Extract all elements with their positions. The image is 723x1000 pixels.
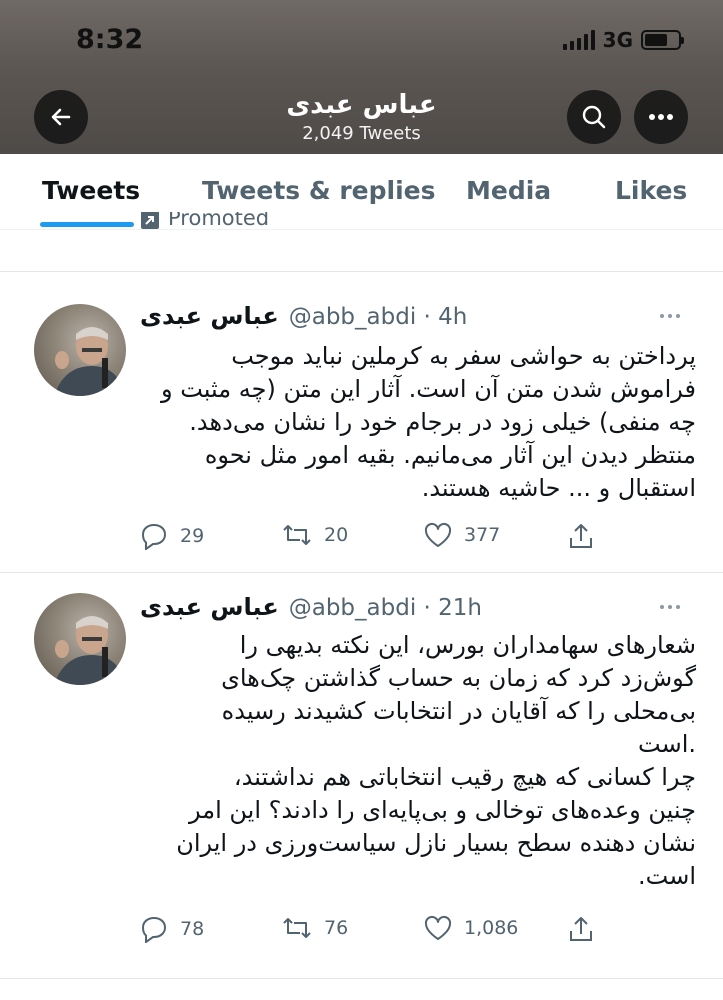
- like-button[interactable]: 377: [424, 522, 500, 548]
- promoted-indicator: Promoted: [140, 212, 269, 230]
- active-tab-indicator: [40, 222, 134, 227]
- avatar-photo: [54, 616, 126, 685]
- more-horizontal-icon: [649, 114, 673, 120]
- avatar[interactable]: [34, 304, 126, 396]
- share-icon: [570, 524, 592, 548]
- network-type: 3G: [602, 28, 633, 52]
- retweet-count: 20: [324, 524, 349, 546]
- tweet-header: عباس عبدی @abb_abdi · 4h: [140, 302, 467, 330]
- search-icon: [582, 105, 606, 129]
- tweet-item[interactable]: عباس عبدی @abb_abdi · 21h شعارهای سهامدا…: [0, 573, 723, 978]
- tweet-more-icon[interactable]: [660, 605, 680, 609]
- tweet-text: شعارهای سهامداران بورس، این نکته بدیهی ر…: [176, 631, 696, 890]
- author-name[interactable]: عباس عبدی: [140, 302, 279, 330]
- author-handle: @abb_abdi · 21h: [288, 595, 482, 621]
- reply-icon: [141, 916, 167, 943]
- share-button[interactable]: [568, 522, 594, 550]
- author-handle: @abb_abdi · 4h: [288, 304, 468, 330]
- tweet-actions: 29 20 377: [140, 522, 610, 552]
- signal-icon: [562, 30, 595, 50]
- status-time: 8:32: [76, 24, 144, 55]
- reply-button[interactable]: 78: [140, 915, 204, 943]
- reply-button[interactable]: 29: [140, 522, 204, 550]
- avatar-photo: [54, 327, 126, 396]
- divider: [0, 978, 723, 979]
- retweet-icon: [283, 918, 311, 938]
- avatar[interactable]: [34, 593, 126, 685]
- like-button[interactable]: 1,086: [424, 915, 518, 941]
- like-count: 1,086: [464, 917, 519, 939]
- profile-tabs: Tweets Tweets & replies Media Likes: [0, 154, 723, 230]
- promoted-icon: [141, 212, 159, 229]
- retweet-button[interactable]: 76: [282, 915, 348, 941]
- tweet-item[interactable]: عباس عبدی @abb_abdi · 4h پرداختن به حواش…: [0, 272, 723, 572]
- more-options-button[interactable]: [634, 90, 688, 144]
- profile-header: 8:32 3G عباس عبدی 2,049 Tweets: [0, 0, 723, 154]
- promoted-label: Promoted: [168, 212, 270, 230]
- tweet-actions: 78 76 1,086: [140, 915, 610, 945]
- status-indicators: 3G: [562, 28, 684, 52]
- tab-likes[interactable]: Likes: [615, 176, 687, 205]
- reply-count: 78: [180, 918, 205, 940]
- reply-count: 29: [180, 525, 205, 547]
- heart-icon: [424, 915, 452, 940]
- tweet-text: پرداختن به حواشی سفر به کرملین نباید موج…: [161, 342, 696, 502]
- author-name[interactable]: عباس عبدی: [140, 593, 279, 621]
- share-icon: [570, 917, 592, 941]
- retweet-icon: [283, 525, 311, 545]
- heart-icon: [424, 522, 452, 547]
- tweet-more-icon[interactable]: [660, 314, 680, 318]
- tab-media[interactable]: Media: [466, 176, 551, 205]
- tab-tweets[interactable]: Tweets: [42, 176, 140, 205]
- search-button[interactable]: [567, 90, 621, 144]
- share-button[interactable]: [568, 915, 594, 943]
- tab-tweets-replies[interactable]: Tweets & replies: [202, 176, 436, 205]
- reply-icon: [141, 523, 167, 550]
- retweet-count: 76: [324, 917, 349, 939]
- retweet-button[interactable]: 20: [282, 522, 348, 548]
- battery-icon: [641, 30, 684, 50]
- tweet-header: عباس عبدی @abb_abdi · 21h: [140, 593, 482, 621]
- like-count: 377: [464, 524, 501, 546]
